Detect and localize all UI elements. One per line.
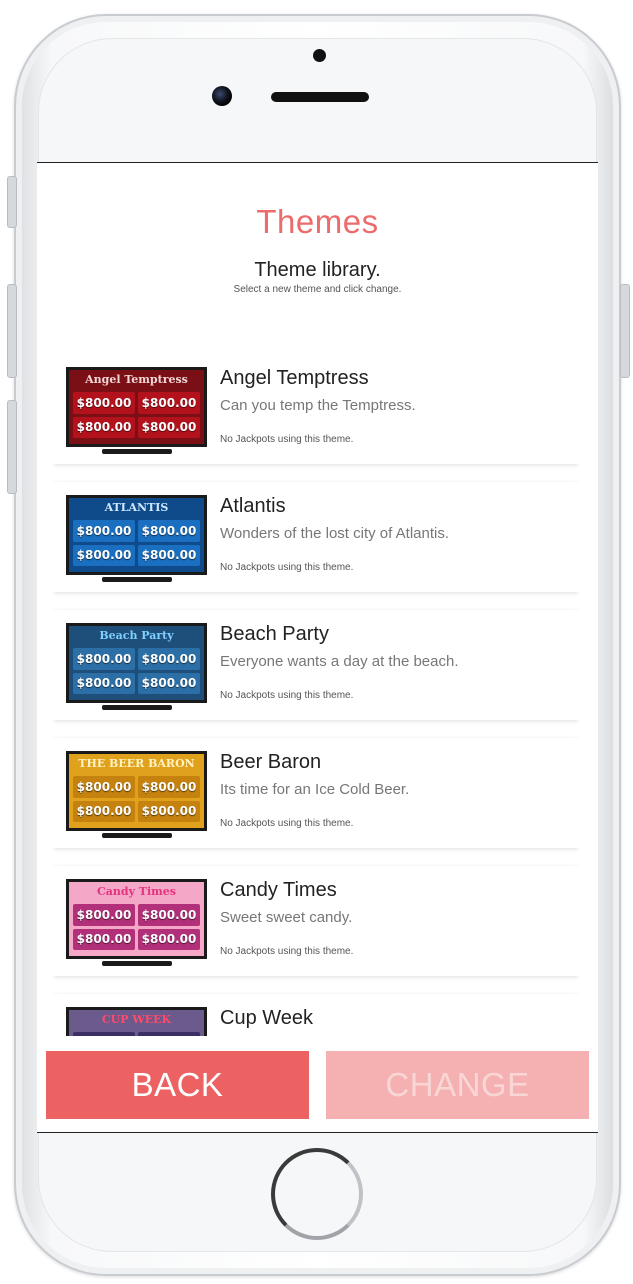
theme-preview-amount: $800.00: [138, 1032, 200, 1036]
theme-card[interactable]: Angel Temptress $800.00 $800.00 $800.00 $800…: [53, 354, 579, 464]
theme-preview-screen: CUP WEEK $800.00$800.00$800.00$800.00: [66, 1007, 207, 1036]
theme-preview-grid: $800.00$800.00$800.00$800.00: [73, 776, 200, 822]
theme-preview-tv: THE BEER BARON $800.00 $800.00 $800.00 $800.…: [66, 751, 207, 838]
theme-jackpot-note: No Jackpots using this theme.: [220, 562, 354, 573]
theme-preview-tv: ATLANTIS $800.00 $800.00 $800.00 $800.00: [66, 495, 207, 582]
theme-preview-amount: $800.00: [73, 776, 135, 798]
theme-preview-screen: Candy Times $800.00 $800.00 $800.00 $800.00: [66, 879, 207, 959]
theme-preview-amount: $800.00: [138, 648, 200, 670]
theme-preview-amount: $800.00: [138, 520, 200, 542]
theme-preview-grid: $800.00$800.00$800.00$800.00: [73, 648, 200, 694]
theme-card[interactable]: ATLANTIS $800.00 $800.00 $800.00 $800.00 Atla…: [53, 482, 579, 592]
theme-description: Sweet sweet candy.: [220, 909, 353, 926]
tv-stand: [102, 833, 172, 838]
theme-name: Candy Times: [220, 879, 337, 901]
theme-jackpot-note: No Jackpots using this theme.: [220, 818, 354, 829]
theme-preview-banner: ATLANTIS: [104, 501, 169, 514]
theme-name: Atlantis: [220, 495, 286, 517]
theme-preview-banner: Angel Temptress: [85, 373, 188, 386]
theme-preview-amount: $800.00: [138, 776, 200, 798]
theme-preview-screen: Beach Party $800.00 $800.00 $800.00 $800.00: [66, 623, 207, 703]
earpiece-speaker: [271, 92, 369, 102]
theme-preview-amount: $800.00: [73, 1032, 135, 1036]
theme-card[interactable]: CUP WEEK $800.00$800.00$800.00$800.00 Cup …: [53, 994, 579, 1036]
theme-preview-amount: $800.00: [73, 904, 135, 926]
theme-card[interactable]: Candy Times $800.00 $800.00 $800.00 $800.00 C…: [53, 866, 579, 976]
theme-description: Everyone wants a day at the beach.: [220, 653, 459, 670]
page-subtitle: Theme library.: [254, 259, 381, 281]
theme-name: Angel Temptress: [220, 367, 369, 389]
theme-name: Cup Week: [220, 1007, 314, 1029]
tv-stand: [102, 961, 172, 966]
proximity-sensor: [313, 49, 326, 62]
theme-preview-banner: THE BEER BARON: [78, 757, 195, 770]
theme-preview-tv: Candy Times $800.00 $800.00 $800.00 $800.00: [66, 879, 207, 966]
theme-card[interactable]: THE BEER BARON $800.00 $800.00 $800.00 $800.…: [53, 738, 579, 848]
theme-name: Beach Party: [220, 623, 329, 645]
theme-preview-grid: $800.00$800.00$800.00$800.00: [73, 904, 200, 950]
theme-preview-grid: $800.00$800.00$800.00$800.00: [73, 1032, 200, 1036]
theme-preview-amount: $800.00: [138, 416, 200, 438]
page-hint: Select a new theme and click change.: [233, 284, 402, 295]
app-screen: Themes Theme library. Select a new theme…: [37, 162, 598, 1133]
power-button: [620, 284, 630, 378]
tv-stand: [102, 449, 172, 454]
theme-preview-amount: $800.00: [73, 416, 135, 438]
theme-list[interactable]: Angel Temptress $800.00 $800.00 $800.00 $800…: [53, 354, 579, 1036]
theme-jackpot-note: No Jackpots using this theme.: [220, 690, 354, 701]
theme-preview-amount: $800.00: [73, 672, 135, 694]
theme-preview-amount: $800.00: [138, 904, 200, 926]
theme-description: Can you temp the Temptress.: [220, 397, 416, 414]
theme-description: Its time for an Ice Cold Beer.: [220, 781, 410, 798]
mute-switch: [7, 176, 17, 228]
volume-up-button: [7, 284, 17, 378]
theme-preview-banner: CUP WEEK: [101, 1013, 172, 1026]
home-button: [271, 1148, 363, 1240]
theme-jackpot-note: No Jackpots using this theme.: [220, 434, 354, 445]
theme-card[interactable]: Beach Party $800.00 $800.00 $800.00 $800.00 B…: [53, 610, 579, 720]
theme-preview-amount: $800.00: [73, 392, 135, 414]
front-camera: [212, 86, 232, 106]
theme-preview-screen: THE BEER BARON $800.00 $800.00 $800.00 $800.…: [66, 751, 207, 831]
theme-preview-amount: $800.00: [138, 544, 200, 566]
theme-preview-tv: Beach Party $800.00 $800.00 $800.00 $800.00: [66, 623, 207, 710]
theme-preview-amount: $800.00: [73, 648, 135, 670]
theme-preview-amount: $800.00: [73, 800, 135, 822]
theme-preview-amount: $800.00: [138, 800, 200, 822]
theme-preview-amount: $800.00: [138, 392, 200, 414]
theme-preview-amount: $800.00: [73, 544, 135, 566]
change-button[interactable]: CHANGE: [326, 1051, 589, 1119]
theme-preview-amount: $800.00: [73, 520, 135, 542]
theme-description: Wonders of the lost city of Atlantis.: [220, 525, 449, 542]
tv-stand: [102, 705, 172, 710]
volume-down-button: [7, 400, 17, 494]
theme-preview-grid: $800.00$800.00$800.00$800.00: [73, 392, 200, 438]
tv-stand: [102, 577, 172, 582]
theme-preview-screen: ATLANTIS $800.00 $800.00 $800.00 $800.00: [66, 495, 207, 575]
theme-name: Beer Baron: [220, 751, 322, 773]
page-title: Themes: [256, 203, 379, 240]
back-button[interactable]: BACK: [46, 1051, 309, 1119]
theme-preview-grid: $800.00$800.00$800.00$800.00: [73, 520, 200, 566]
theme-preview-screen: Angel Temptress $800.00 $800.00 $800.00 $800…: [66, 367, 207, 447]
theme-preview-banner: Candy Times: [97, 885, 176, 898]
theme-preview-tv: CUP WEEK $800.00$800.00$800.00$800.00: [66, 1007, 207, 1036]
theme-preview-banner: Beach Party: [99, 629, 174, 642]
theme-preview-amount: $800.00: [138, 672, 200, 694]
theme-preview-amount: $800.00: [138, 928, 200, 950]
theme-preview-amount: $800.00: [73, 928, 135, 950]
theme-jackpot-note: No Jackpots using this theme.: [220, 946, 354, 957]
theme-preview-tv: Angel Temptress $800.00 $800.00 $800.00 $800…: [66, 367, 207, 454]
